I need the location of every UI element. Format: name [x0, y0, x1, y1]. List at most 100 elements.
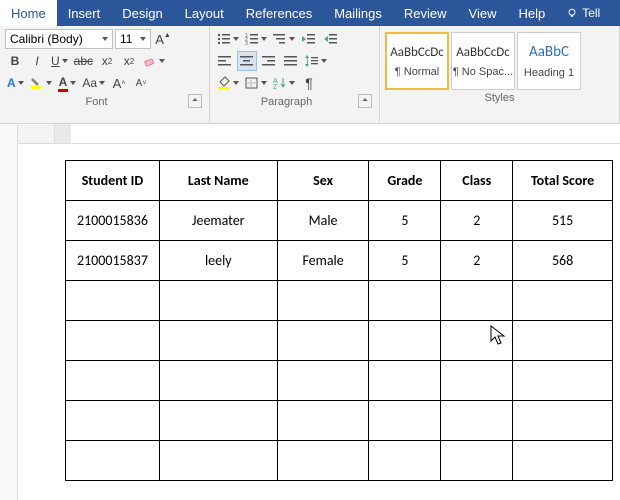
numbering-button[interactable]: 123 [243, 29, 269, 49]
document-area[interactable]: Student IDLast NameSexGradeClassTotal Sc… [55, 144, 620, 500]
table-cell[interactable] [369, 321, 441, 361]
line-spacing-button[interactable] [303, 51, 329, 71]
tab-references[interactable]: References [235, 0, 323, 26]
table-cell[interactable] [159, 401, 277, 441]
style-heading1[interactable]: AaBbC Heading 1 [517, 32, 581, 90]
grow-font-button[interactable]: A▲ [153, 29, 173, 49]
table-row[interactable] [66, 361, 613, 401]
table-cell[interactable] [441, 361, 513, 401]
table-cell[interactable]: 2 [441, 241, 513, 281]
tab-insert[interactable]: Insert [57, 0, 112, 26]
table-cell[interactable] [441, 321, 513, 361]
table-cell[interactable] [513, 281, 613, 321]
borders-button[interactable] [243, 73, 269, 93]
table-header-cell[interactable]: Total Score [513, 161, 613, 201]
table-cell[interactable]: Jeemater [159, 201, 277, 241]
table-cell[interactable] [66, 281, 160, 321]
tab-design[interactable]: Design [111, 0, 173, 26]
text-effects-button[interactable]: A [5, 73, 26, 93]
table-row[interactable] [66, 401, 613, 441]
paragraph-dialog-launcher[interactable] [358, 94, 372, 108]
table-cell[interactable] [66, 361, 160, 401]
table-row[interactable]: 2100015836JeematerMale52515 [66, 201, 613, 241]
table-cell[interactable]: 568 [513, 241, 613, 281]
tab-home[interactable]: Home [0, 0, 57, 26]
italic-button[interactable]: I [27, 51, 47, 71]
highlight-button[interactable] [28, 73, 54, 93]
table-cell[interactable]: 2 [441, 201, 513, 241]
table-header-cell[interactable]: Sex [277, 161, 369, 201]
table-cell[interactable] [513, 401, 613, 441]
table-cell[interactable] [277, 321, 369, 361]
table-cell[interactable] [159, 361, 277, 401]
tab-layout[interactable]: Layout [174, 0, 235, 26]
table-row[interactable] [66, 441, 613, 481]
table-cell[interactable] [277, 441, 369, 481]
table-row[interactable]: 2100015837leelyFemale52568 [66, 241, 613, 281]
table-cell[interactable] [513, 321, 613, 361]
tab-mailings[interactable]: Mailings [323, 0, 393, 26]
tell-me[interactable]: Tell [556, 0, 604, 26]
table-header-cell[interactable]: Student ID [66, 161, 160, 201]
table-cell[interactable] [277, 401, 369, 441]
table-cell[interactable]: Female [277, 241, 369, 281]
table-cell[interactable] [369, 281, 441, 321]
table-header-cell[interactable]: Last Name [159, 161, 277, 201]
font-name-combo[interactable]: Calibri (Body) [5, 29, 113, 49]
table-cell[interactable]: 515 [513, 201, 613, 241]
table-cell[interactable] [369, 441, 441, 481]
table-row[interactable] [66, 281, 613, 321]
font-dialog-launcher[interactable] [188, 94, 202, 108]
subscript-button[interactable]: x2 [97, 51, 117, 71]
style-no-spacing[interactable]: AaBbCcDc ¶ No Spac... [451, 32, 515, 90]
table-header-cell[interactable]: Grade [369, 161, 441, 201]
table-cell[interactable] [369, 401, 441, 441]
font-size-combo[interactable]: 11 [115, 29, 151, 49]
table-cell[interactable] [277, 361, 369, 401]
student-table[interactable]: Student IDLast NameSexGradeClassTotal Sc… [65, 160, 613, 481]
table-cell[interactable]: 5 [369, 201, 441, 241]
table-cell[interactable] [369, 361, 441, 401]
style-normal[interactable]: AaBbCcDc ¶ Normal [385, 32, 449, 90]
horizontal-ruler[interactable] [55, 124, 620, 144]
bullets-button[interactable] [215, 29, 241, 49]
table-cell[interactable]: 2100015837 [66, 241, 160, 281]
shrink-font-button[interactable]: A˅ [131, 73, 151, 93]
increase-indent-button[interactable] [321, 29, 341, 49]
tab-review[interactable]: Review [393, 0, 458, 26]
table-cell[interactable] [66, 401, 160, 441]
align-center-button[interactable] [237, 51, 257, 71]
table-cell[interactable] [513, 441, 613, 481]
table-cell[interactable] [441, 441, 513, 481]
grow-font2-button[interactable]: A˄ [109, 73, 129, 93]
table-cell[interactable] [159, 321, 277, 361]
table-cell[interactable] [513, 361, 613, 401]
superscript-button[interactable]: x2 [119, 51, 139, 71]
table-row[interactable] [66, 321, 613, 361]
table-cell[interactable] [66, 321, 160, 361]
table-header-cell[interactable]: Class [441, 161, 513, 201]
font-color-button[interactable]: A [56, 73, 79, 93]
table-cell[interactable]: 5 [369, 241, 441, 281]
change-case-button[interactable]: Aa [80, 73, 107, 93]
table-cell[interactable] [441, 281, 513, 321]
justify-button[interactable] [281, 51, 301, 71]
vertical-ruler[interactable] [0, 124, 18, 500]
sort-button[interactable]: AZ [271, 73, 297, 93]
table-cell[interactable] [66, 441, 160, 481]
tab-help[interactable]: Help [507, 0, 556, 26]
underline-button[interactable]: U [49, 51, 70, 71]
multilevel-list-button[interactable] [271, 29, 297, 49]
align-right-button[interactable] [259, 51, 279, 71]
table-cell[interactable]: Male [277, 201, 369, 241]
shading-button[interactable] [215, 73, 241, 93]
decrease-indent-button[interactable] [299, 29, 319, 49]
table-cell[interactable]: 2100015836 [66, 201, 160, 241]
bold-button[interactable]: B [5, 51, 25, 71]
strikethrough-button[interactable]: abc [72, 51, 95, 71]
clear-formatting-button[interactable] [141, 51, 167, 71]
table-cell[interactable] [441, 401, 513, 441]
table-cell[interactable] [277, 281, 369, 321]
show-marks-button[interactable]: ¶ [299, 73, 319, 93]
tab-view[interactable]: View [458, 0, 508, 26]
